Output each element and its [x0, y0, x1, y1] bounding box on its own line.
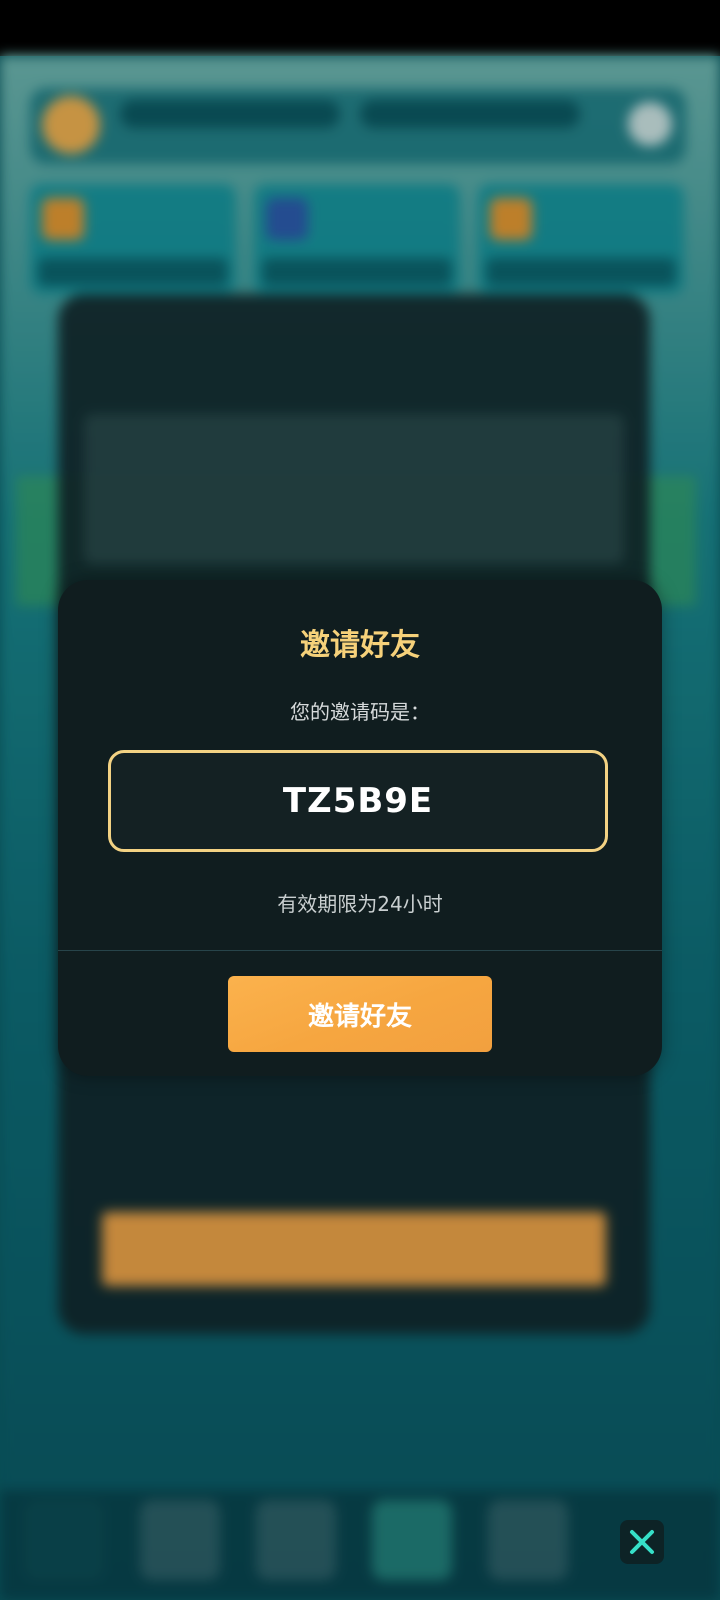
- invite-modal: 邀请好友 您的邀请码是： TZ5B9E 有效期限为24小时 邀请好友: [58, 580, 662, 1076]
- validity-text: 有效期限为24小时: [277, 892, 443, 916]
- invite-friends-button[interactable]: 邀请好友: [228, 976, 492, 1052]
- close-icon: [630, 1530, 654, 1554]
- divider: [58, 950, 662, 951]
- status-bar: [0, 0, 720, 56]
- modal-title: 邀请好友: [300, 628, 420, 663]
- invite-code: TZ5B9E: [282, 781, 434, 821]
- invite-code-box[interactable]: TZ5B9E: [108, 750, 608, 852]
- close-button[interactable]: [620, 1520, 664, 1564]
- invite-code-label: 您的邀请码是：: [290, 700, 430, 724]
